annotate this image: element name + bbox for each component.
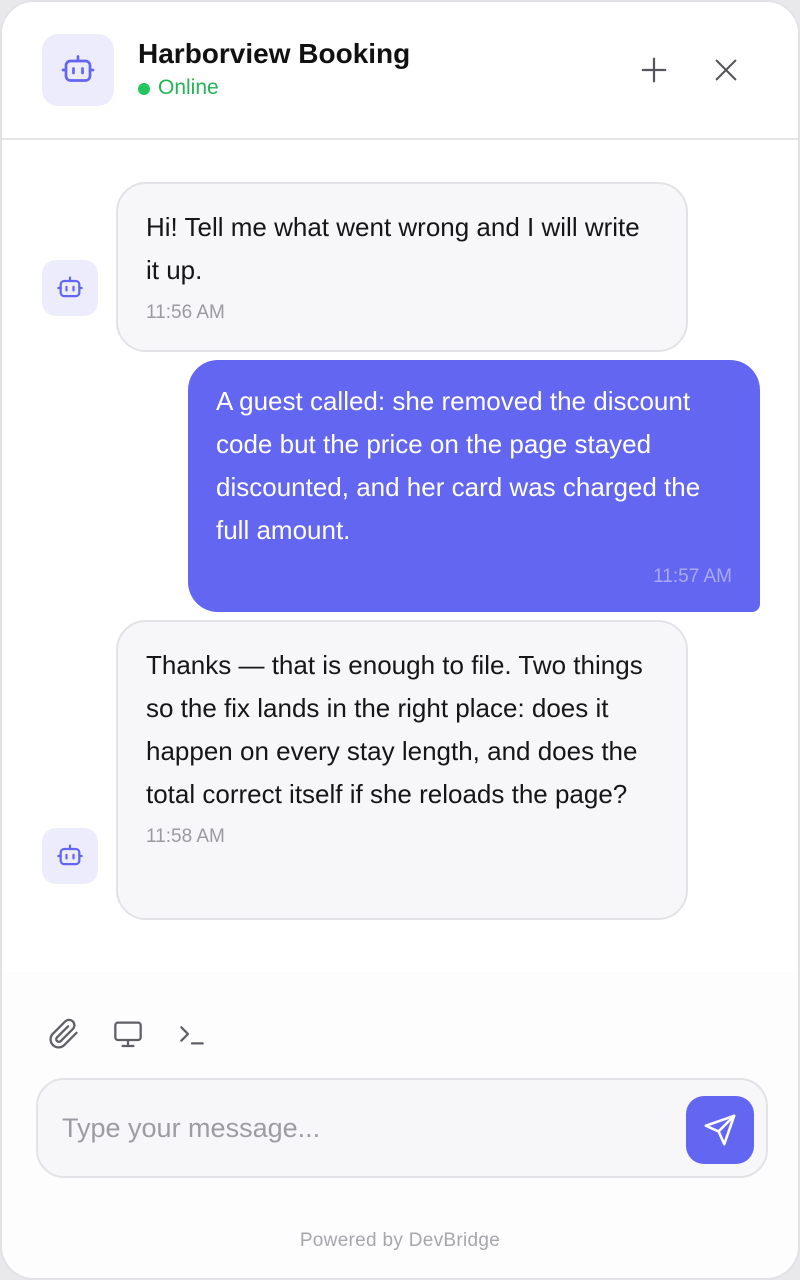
attach-button[interactable] bbox=[46, 1016, 82, 1052]
bot-avatar bbox=[42, 34, 114, 106]
bot-message-bubble: Hi! Tell me what went wrong and I will w… bbox=[116, 182, 688, 352]
message-text: A guest called: she removed the discount… bbox=[216, 386, 701, 545]
paperclip-icon bbox=[49, 1018, 78, 1049]
close-button[interactable] bbox=[704, 48, 748, 92]
robot-icon bbox=[57, 844, 83, 866]
message-time: 11:57 AM bbox=[653, 566, 732, 587]
screenshot-button[interactable] bbox=[110, 1016, 146, 1052]
composer-area: Powered by DevBridge bbox=[2, 972, 798, 1278]
user-message-bubble: A guest called: she removed the discount… bbox=[188, 360, 760, 612]
status-dot bbox=[138, 83, 150, 95]
close-icon bbox=[715, 59, 737, 81]
bot-avatar bbox=[42, 260, 98, 316]
terminal-button[interactable] bbox=[174, 1016, 210, 1052]
send-icon bbox=[704, 1114, 736, 1146]
terminal-icon bbox=[180, 1026, 204, 1045]
robot-icon bbox=[61, 55, 95, 82]
send-button[interactable] bbox=[686, 1096, 754, 1164]
powered-by: Powered by DevBridge bbox=[299, 1230, 501, 1251]
chat-title: Harborview Booking bbox=[138, 38, 411, 69]
status-text: Online bbox=[158, 76, 219, 99]
new-chat-button[interactable] bbox=[632, 48, 676, 92]
chat-widget: Harborview Booking Online Hi! Tell me wh… bbox=[0, 0, 800, 1280]
message-time: 11:58 AM bbox=[146, 826, 225, 847]
plus-icon bbox=[641, 57, 667, 83]
message-text: Hi! Tell me what went wrong and I will w… bbox=[146, 212, 640, 285]
monitor-icon bbox=[114, 1021, 142, 1048]
message-time: 11:56 AM bbox=[146, 302, 225, 323]
message-input[interactable] bbox=[62, 1100, 672, 1156]
message-text: Thanks — that is enough to file. Two thi… bbox=[146, 650, 643, 809]
robot-icon bbox=[57, 276, 83, 298]
message-list: Hi! Tell me what went wrong and I will w… bbox=[2, 142, 798, 972]
bot-message-bubble: Thanks — that is enough to file. Two thi… bbox=[116, 620, 688, 920]
online-status: Online bbox=[138, 76, 219, 100]
message-input-box bbox=[36, 1078, 768, 1178]
bot-avatar bbox=[42, 828, 98, 884]
chat-header: Harborview Booking Online bbox=[2, 2, 798, 140]
